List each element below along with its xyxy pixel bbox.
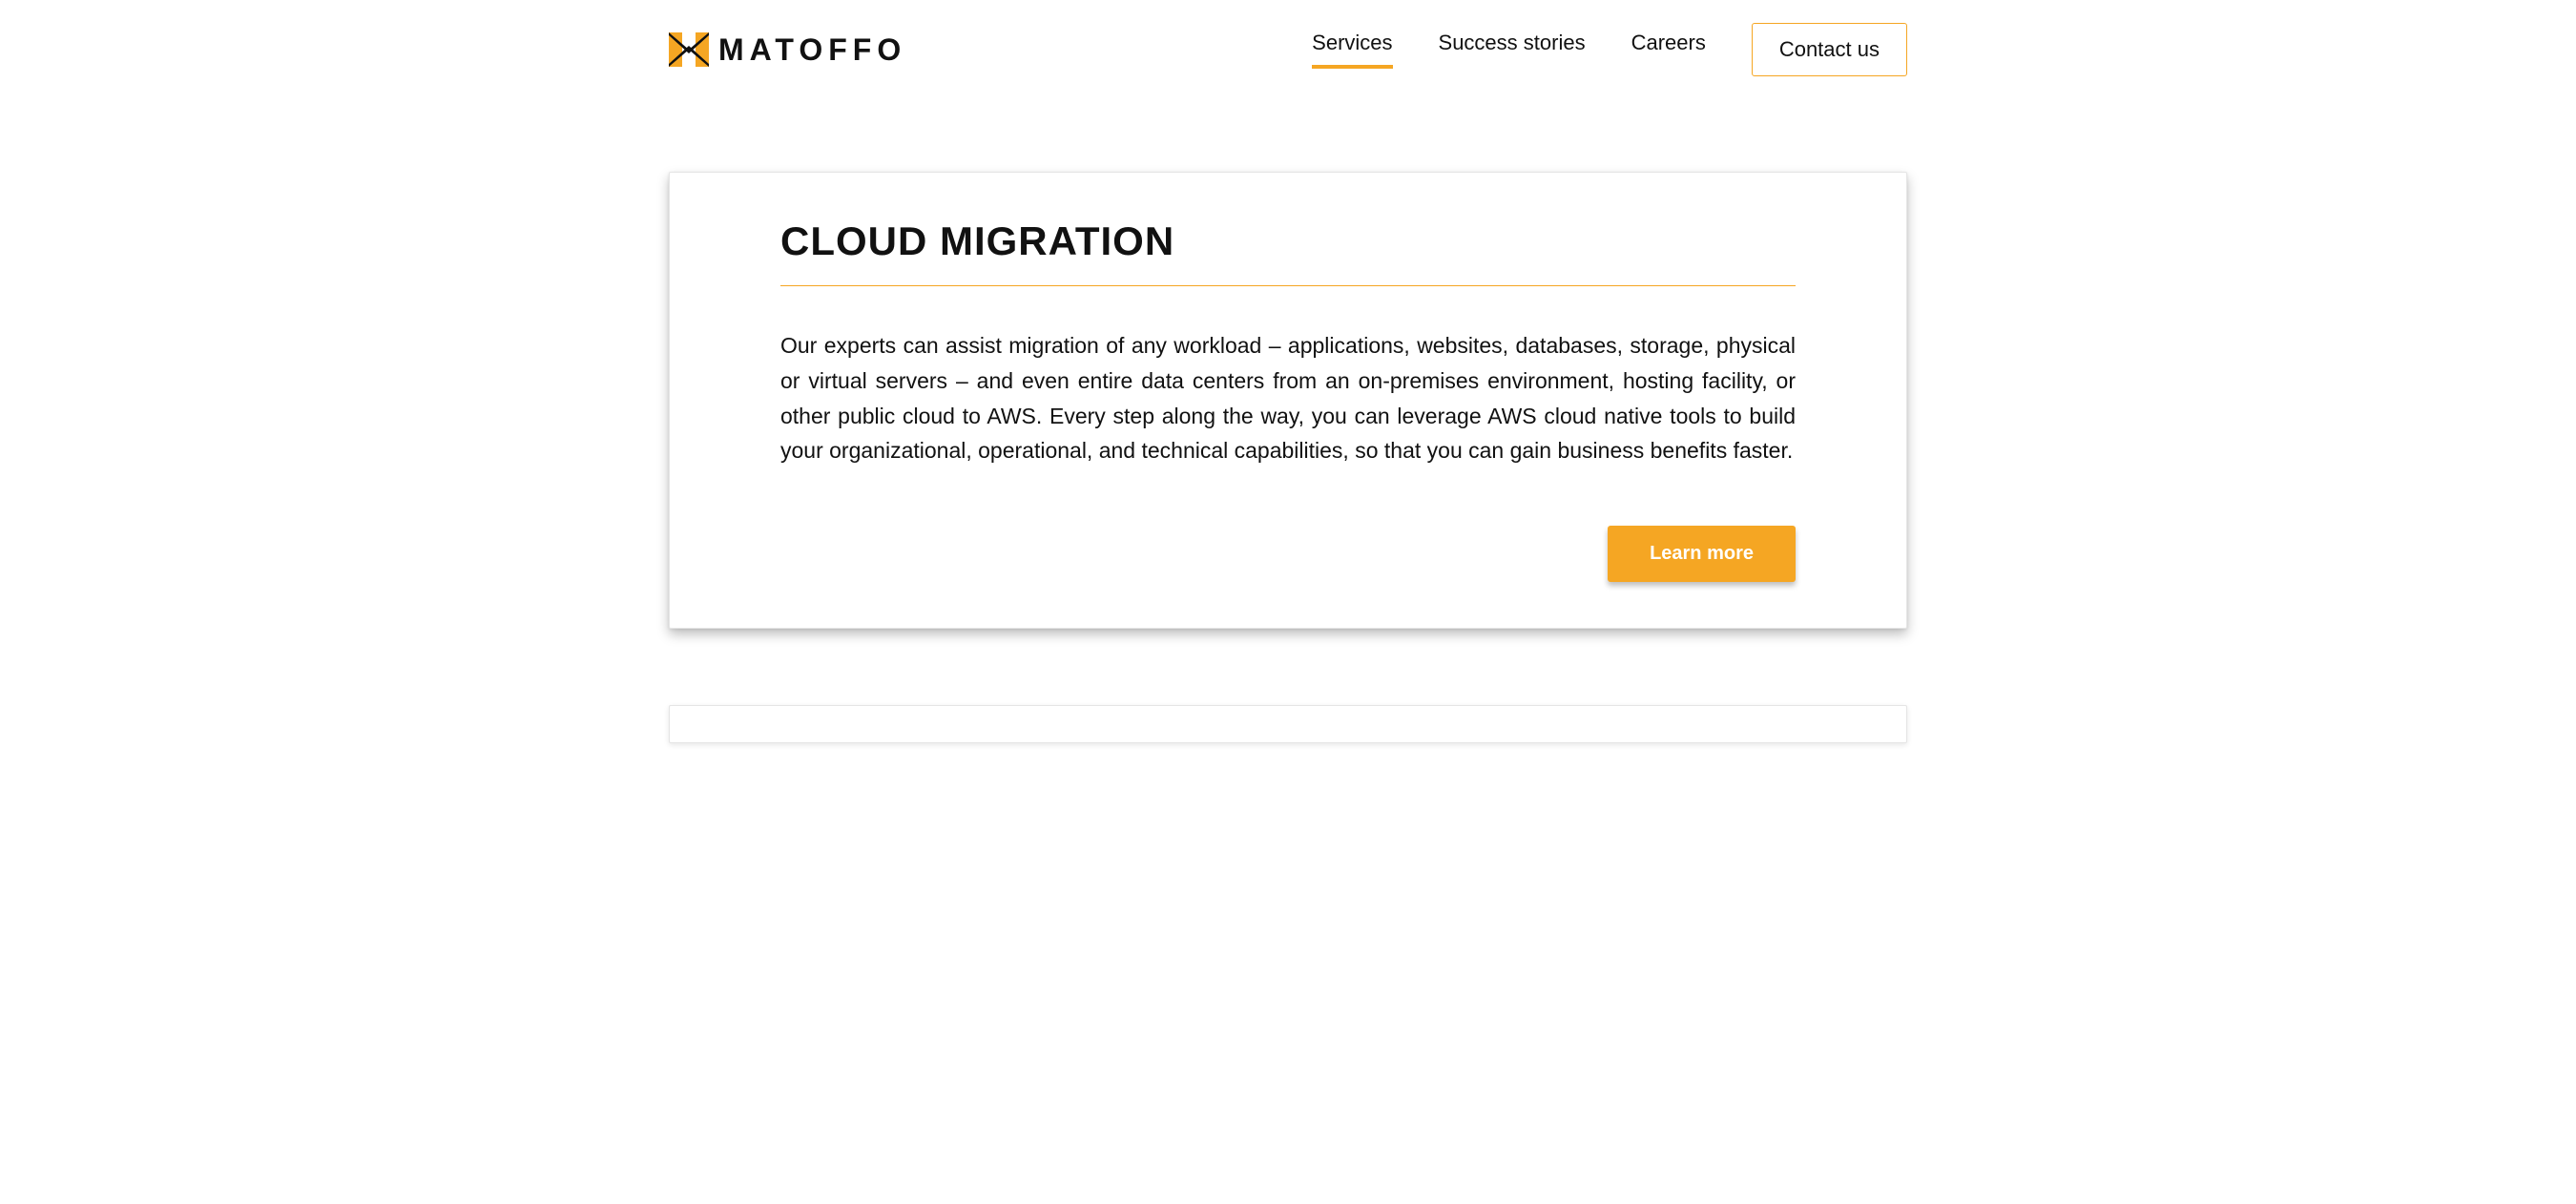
logo-link[interactable]: MATOFFO xyxy=(669,32,906,68)
nav-services[interactable]: Services xyxy=(1312,31,1392,69)
site-header: MATOFFO Services Success stories Careers… xyxy=(669,0,1907,86)
card-body: Our experts can assist migration of any … xyxy=(780,328,1796,468)
nav-careers[interactable]: Careers xyxy=(1631,31,1706,69)
logo-icon xyxy=(669,32,709,67)
card-actions: Learn more xyxy=(780,526,1796,582)
service-card-next xyxy=(669,705,1907,743)
card-divider xyxy=(780,285,1796,286)
card-title: CLOUD MIGRATION xyxy=(780,218,1796,264)
logo-text: MATOFFO xyxy=(718,32,906,68)
learn-more-button[interactable]: Learn more xyxy=(1608,526,1796,582)
service-card-cloud-migration: CLOUD MIGRATION Our experts can assist m… xyxy=(669,172,1907,629)
nav-success-stories[interactable]: Success stories xyxy=(1439,31,1586,69)
contact-button[interactable]: Contact us xyxy=(1752,23,1907,76)
main-nav: Services Success stories Careers Contact… xyxy=(1312,23,1907,76)
